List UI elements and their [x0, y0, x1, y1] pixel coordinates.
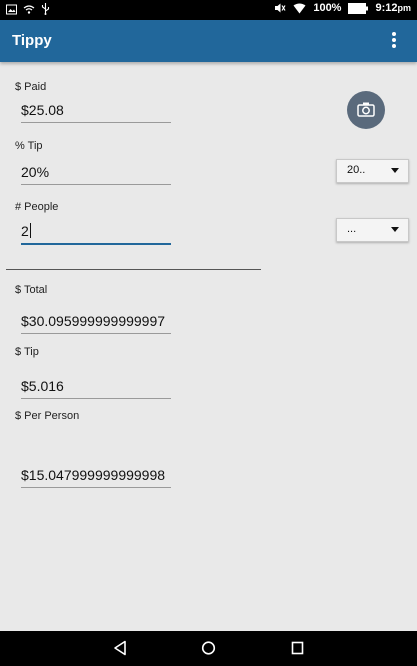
app-bar: Tippy: [0, 20, 417, 62]
people-label: # People: [15, 201, 59, 213]
camera-icon: [357, 102, 375, 117]
tip-amount-label: $ Tip: [15, 346, 39, 358]
battery-icon: [348, 2, 369, 14]
people-spinner[interactable]: ...: [336, 218, 409, 242]
paid-label: $ Paid: [15, 81, 47, 93]
tip-amount-output: $5.016: [21, 378, 171, 399]
status-left-icons: [6, 3, 50, 15]
paid-input[interactable]: $25.08: [21, 102, 171, 123]
tip-percent-label: % Tip: [15, 140, 43, 152]
app-title: Tippy: [12, 32, 52, 49]
tip-percent-spinner-value: 20..: [347, 164, 366, 176]
people-input[interactable]: 2: [21, 223, 171, 245]
people-input-value: 2: [21, 223, 29, 239]
clock-suffix: pm: [397, 3, 412, 13]
per-person-output: $15.047999999999998: [21, 467, 171, 488]
clock-time: 9:12: [375, 2, 398, 14]
total-label: $ Total: [15, 284, 48, 296]
chevron-down-icon: [391, 168, 399, 173]
home-icon[interactable]: [201, 640, 216, 656]
mute-icon: [275, 3, 286, 13]
image-icon: [6, 4, 17, 14]
status-bar: 100% 9:12pm: [0, 0, 417, 20]
back-icon[interactable]: [113, 640, 127, 656]
tip-percent-spinner[interactable]: 20..: [336, 159, 409, 183]
wifi-signal-icon: [293, 3, 306, 13]
clock: 9:12pm: [375, 2, 411, 14]
battery-percent: 100%: [313, 2, 342, 14]
navigation-bar: [0, 631, 417, 666]
camera-button[interactable]: [347, 91, 385, 129]
divider: [6, 269, 261, 270]
per-person-label: $ Per Person: [15, 410, 80, 422]
tip-percent-input[interactable]: 20%: [21, 164, 171, 185]
wifi-icon: [23, 4, 35, 14]
total-output: $30.095999999999997: [21, 313, 171, 334]
usb-icon: [41, 3, 50, 15]
overflow-menu-icon[interactable]: [391, 32, 397, 50]
chevron-down-icon: [391, 227, 399, 232]
recents-icon[interactable]: [291, 640, 304, 656]
status-right-icons: 100% 9:12pm: [274, 2, 411, 14]
text-cursor: [29, 223, 31, 238]
people-spinner-value: ...: [347, 223, 357, 235]
